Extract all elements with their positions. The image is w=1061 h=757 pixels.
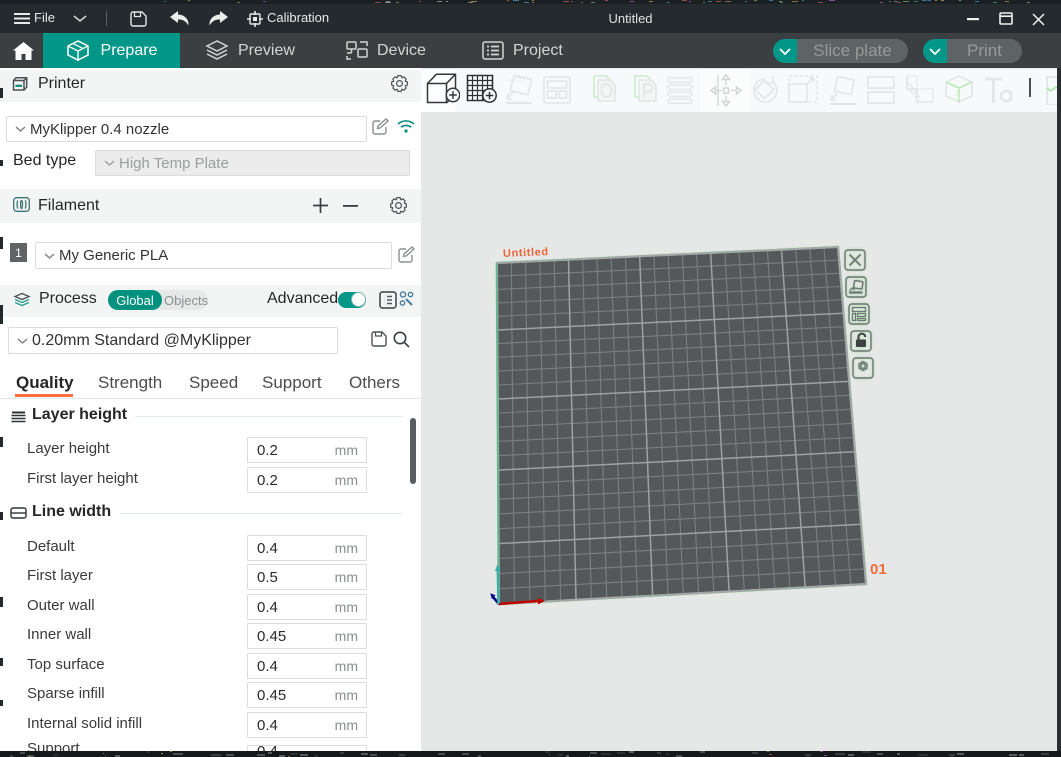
svg-text:AUTO: AUTO — [508, 78, 525, 84]
